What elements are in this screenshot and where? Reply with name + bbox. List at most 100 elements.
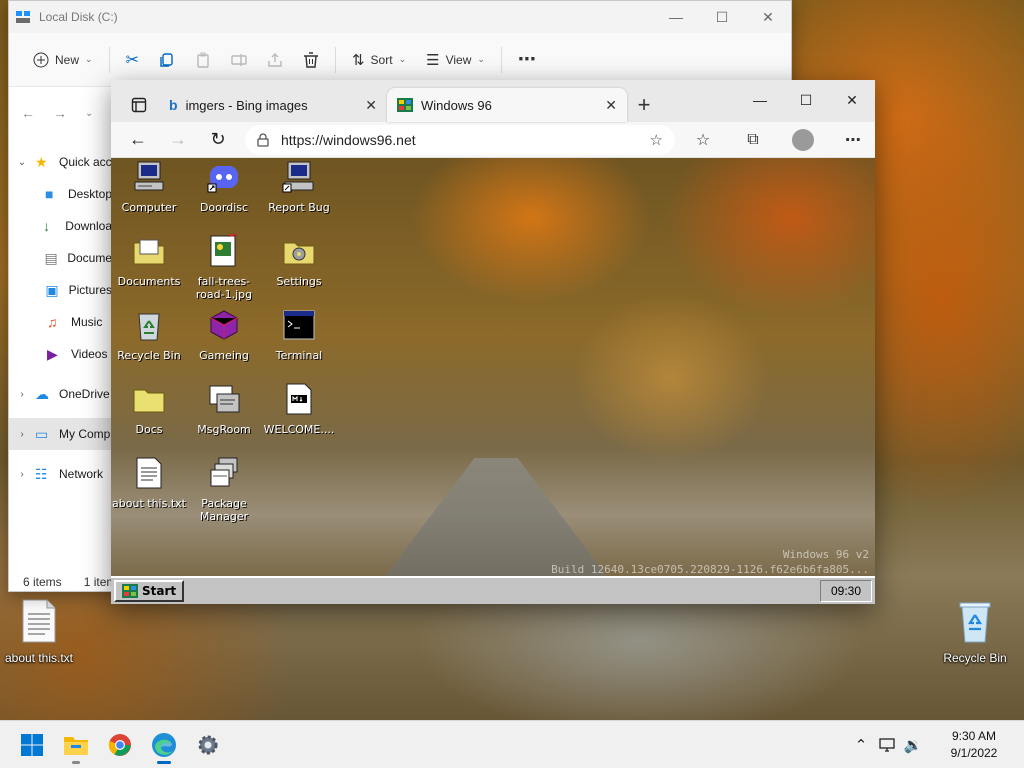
tab-close-icon[interactable]: ✕ [605,97,617,114]
system-tray: ⌃ 🔉 9:30 AM 9/1/2022 [848,721,1024,768]
start-button[interactable]: Start [114,580,185,602]
expand-chevron-icon[interactable]: ⌄ [9,157,35,168]
taskbar-settings[interactable] [188,725,228,765]
collections-icon: ⧉ [747,130,759,148]
watermark-version: Windows 96 v2 [782,548,869,561]
share-button[interactable] [257,43,293,77]
sidebar-item-quick-acc[interactable]: ⌄ ★ Quick acc [9,146,112,178]
cloud-icon: ☁ [35,386,49,402]
start-menu-button[interactable] [12,725,52,765]
cut-button[interactable]: ✂ [116,43,149,77]
settings-more-button[interactable]: ⋯ [831,130,875,150]
sidebar-item-videos[interactable]: ▶ Videos [9,338,112,370]
paste-button[interactable] [185,43,221,77]
w96-icon-report-bug[interactable]: Report Bug [261,160,337,214]
taskbar-file-explorer[interactable] [56,725,96,765]
image-file-icon [210,233,238,267]
copy-button[interactable] [149,43,185,77]
forward-button[interactable]: → [161,125,195,155]
text-file-icon [22,599,56,643]
recycle-bin-icon [959,602,991,643]
favorites-button[interactable]: ☆ [681,130,725,150]
tab-close-icon[interactable]: ✕ [365,97,377,114]
new-button[interactable]: New ⌄ [23,43,103,77]
sidebar-item-my-comp[interactable]: › ▭ My Comp [9,418,112,450]
recent-locations-chevron-icon[interactable]: ⌄ [85,108,93,119]
lock-icon[interactable] [257,132,269,147]
expand-chevron-icon[interactable]: › [9,389,35,400]
sidebar-item-desktop[interactable]: ■ Desktop [9,178,112,210]
volume-icon[interactable]: 🔉 [900,736,926,754]
expand-chevron-icon[interactable]: › [9,469,35,480]
taskbar-chrome[interactable] [100,725,140,765]
sidebar-item-onedrive[interactable]: › ☁ OneDrive [9,378,112,410]
gear-icon [198,735,218,755]
sidebar-item-network[interactable]: › ☷ Network [9,458,112,490]
w96-icon-docs[interactable]: Docs [111,382,187,436]
w96-icon-label: Docs [135,423,163,437]
tab-strip[interactable]: b imgers - Bing images ✕ Windows 96 ✕ + … [111,80,875,122]
desktop-icon-recycle-bin[interactable]: Recycle Bin [930,598,1020,665]
browser-close-button[interactable]: ✕ [829,80,875,120]
address-bar[interactable]: https://windows96.net ☆ [245,124,675,155]
forward-arrow-icon: → [169,129,187,149]
explorer-command-bar: New ⌄ ✂ ⇅ Sort ⌄ ☰ View ⌄ ⋯ [9,33,791,87]
windows-taskbar: ⌃ 🔉 9:30 AM 9/1/2022 [0,720,1024,768]
taskbar-clock[interactable]: 9:30 AM 9/1/2022 [932,728,1016,763]
w96-icon-computer[interactable]: Computer [111,160,187,214]
w96-icon-recycle-bin[interactable]: Recycle Bin [111,308,187,362]
markdown-file-icon [286,383,312,415]
delete-button[interactable] [293,43,329,77]
tab-bing-images[interactable]: b imgers - Bing images ✕ [159,88,387,122]
profile-button[interactable] [781,128,825,151]
tab-windows96[interactable]: Windows 96 ✕ [387,88,627,122]
sidebar-item-label: Network [59,467,104,481]
show-hidden-icons-chevron-icon[interactable]: ⌃ [848,736,874,754]
new-tab-button[interactable]: + [627,88,661,122]
rename-button[interactable] [221,43,257,77]
w96-icon-package-manager[interactable]: Package Manager [186,456,262,524]
desktop-icon-about-txt[interactable]: about this.txt [0,598,84,665]
w96-icon-terminal[interactable]: Terminal [261,308,337,362]
sidebar-item-label: Desktop [67,187,112,201]
taskbar-edge[interactable] [144,725,184,765]
build-watermark: Windows 96 v2 Build 12640.13ce0705.22082… [551,548,869,578]
view-button[interactable]: ☰ View ⌄ [416,43,495,77]
sidebar-item-docume[interactable]: ▤ Docume [9,242,113,274]
star-icon: ★ [35,154,48,170]
w96-icon-fall-trees-road[interactable]: fall-trees-road-1.jpg [186,233,262,302]
explorer-titlebar[interactable]: Local Disk (C:) — ☐ ✕ [9,1,791,33]
w96-icon-gameing[interactable]: Gameing [186,308,262,362]
back-arrow-icon[interactable]: ← [21,105,35,121]
w96-icon-welcome[interactable]: WELCOME.... [261,382,337,436]
tab-actions-button[interactable] [119,88,159,122]
pictures-icon: ▣ [45,282,59,298]
sidebar-item-label: Pictures [68,283,112,297]
more-options-button[interactable]: ⋯ [508,43,546,77]
add-favorite-star-icon[interactable]: ☆ [650,131,663,149]
forward-arrow-icon[interactable]: → [53,105,67,121]
sort-button[interactable]: ⇅ Sort ⌄ [342,43,416,77]
close-button[interactable]: ✕ [745,1,791,33]
maximize-button[interactable]: ☐ [699,1,745,33]
refresh-button[interactable]: ↻ [201,125,235,155]
back-button[interactable]: ← [121,125,155,155]
running-indicator [72,761,80,764]
network-icon[interactable] [874,738,900,752]
expand-chevron-icon[interactable]: › [9,429,35,440]
w96-icon-documents[interactable]: Documents [111,234,187,288]
start-label: Start [142,584,177,598]
w96-icon-settings[interactable]: Settings [261,234,337,288]
w96-icon-doordisc[interactable]: Doordisc [186,160,262,214]
windows96-desktop[interactable]: Computer Doordisc Report Bug Documents f… [111,158,875,604]
back-arrow-icon: ← [129,129,147,149]
browser-minimize-button[interactable]: — [737,80,783,120]
browser-maximize-button[interactable]: ☐ [783,80,829,120]
sidebar-item-downloa[interactable]: ↓ Downloa [9,210,112,242]
sidebar-item-pictures[interactable]: ▣ Pictures [9,274,112,306]
w96-icon-about-txt[interactable]: about this.txt [111,456,187,510]
w96-icon-msgroom[interactable]: MsgRoom [186,382,262,436]
minimize-button[interactable]: — [653,1,699,33]
sidebar-item-music[interactable]: ♫ Music [9,306,112,338]
collections-button[interactable]: ⧉ [731,131,775,149]
